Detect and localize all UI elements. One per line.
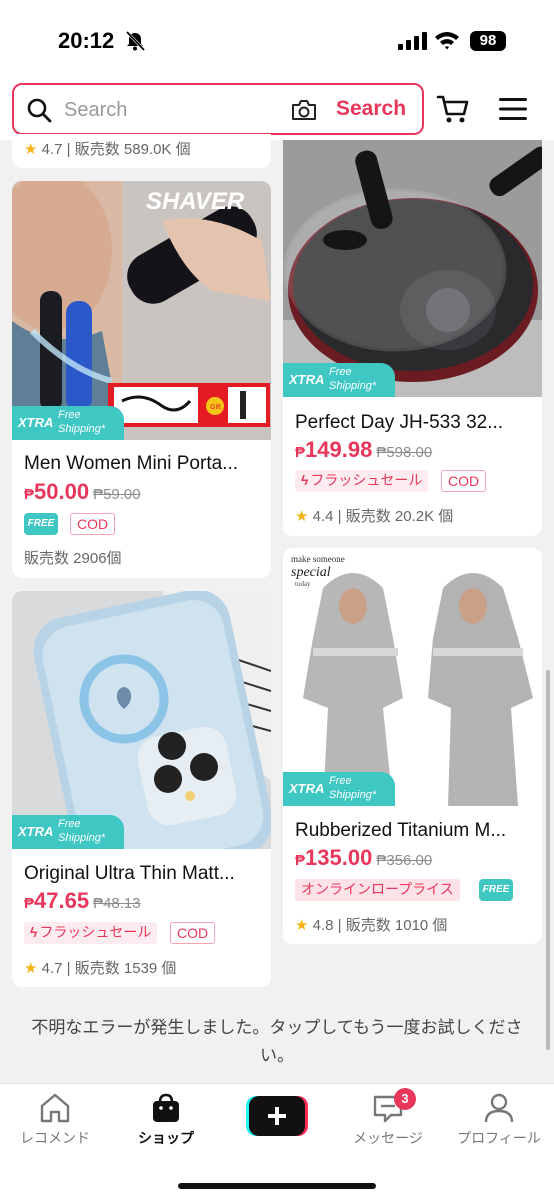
muted-bell-icon: [125, 30, 146, 52]
home-icon: [40, 1093, 70, 1123]
cod-tag: COD: [70, 513, 116, 535]
search-header: Search Search: [0, 82, 554, 140]
search-bar[interactable]: Search Search: [12, 83, 424, 135]
rating-sales: ★ 4.7 | 販売数 589.0K 個: [24, 141, 191, 158]
flash-sale-tag: ϟ フラッシュセール: [24, 922, 158, 944]
free-shipping-truck-icon: FREE: [479, 879, 513, 901]
flash-sale-tag: ϟ フラッシュセール: [295, 470, 429, 492]
scrollbar[interactable]: [546, 670, 550, 1050]
product-title: Original Ultra Thin Matt...: [24, 863, 235, 884]
gift-label: Gift: [210, 404, 221, 411]
image-text-line3: today: [295, 580, 311, 588]
camera-icon[interactable]: [290, 97, 318, 123]
cellular-signal-icon: [398, 32, 427, 50]
free-shipping-truck-icon: FREE: [24, 513, 58, 535]
nav-messages[interactable]: メッセージ: [333, 1092, 443, 1148]
nav-recommend[interactable]: レコメンド: [0, 1092, 110, 1148]
star-icon: ★: [24, 960, 38, 977]
nav-profile[interactable]: プロフィール: [444, 1092, 554, 1148]
menu-icon[interactable]: [498, 96, 528, 122]
product-image: Gift SHAVER: [12, 181, 271, 440]
original-price: ₱356.00: [376, 852, 433, 869]
product-title: Rubberized Titanium M...: [295, 820, 507, 841]
image-text-line1: make someone: [291, 554, 345, 564]
product-card[interactable]: XTRA Free Shipping* Original Ultra Thin M…: [12, 591, 271, 987]
product-card[interactable]: make someone special today XTRA Free Ship…: [283, 548, 542, 944]
sales-count: 販売数 2906個: [24, 550, 122, 567]
product-title: Men Women Mini Porta...: [24, 453, 239, 474]
wifi-icon: [435, 32, 459, 50]
load-error-message[interactable]: 不明なエラーが発生しました。タップしてもう一度お試しください。: [24, 1014, 530, 1070]
product-card[interactable]: Gift SHAVER XTRA Free Shipping* Men Women…: [12, 181, 271, 578]
product-image: [12, 591, 271, 849]
lightning-icon: ϟ: [301, 472, 309, 488]
status-bar: 20:12 98: [0, 0, 554, 82]
rating-sales: ★ 4.8 | 販売数 1010 個: [295, 917, 448, 934]
product-price: ₱135.00 ₱356.00: [295, 845, 433, 870]
online-low-price-tag: オンラインロープライス: [295, 879, 460, 901]
product-image: [283, 140, 542, 397]
original-price: ₱598.00: [376, 444, 433, 461]
nav-shop[interactable]: ショップ: [111, 1092, 221, 1148]
create-plus-button[interactable]: [246, 1096, 308, 1136]
battery-indicator: 98: [470, 31, 506, 51]
star-icon: ★: [295, 917, 309, 934]
home-indicator[interactable]: [178, 1183, 376, 1189]
xtra-free-shipping-badge: XTRA Free Shipping*: [283, 363, 395, 397]
product-card-partial[interactable]: ★ 4.7 | 販売数 589.0K 個: [12, 134, 271, 168]
product-price: ₱50.00 ₱59.00: [24, 479, 141, 504]
rating-sales: ★ 4.7 | 販売数 1539 個: [24, 960, 177, 977]
status-time: 20:12: [58, 28, 115, 53]
xtra-free-shipping-badge: XTRA Free Shipping*: [283, 772, 395, 806]
original-price: ₱48.13: [93, 895, 141, 912]
rating-sales: ★ 4.4 | 販売数 20.2K 個: [295, 508, 454, 525]
search-input[interactable]: Search: [64, 99, 127, 122]
product-price: ₱149.98 ₱598.00: [295, 437, 433, 462]
xtra-free-shipping-badge: XTRA Free Shipping*: [12, 406, 124, 440]
shopping-bag-icon: [153, 1093, 179, 1122]
product-price: ₱47.65 ₱48.13: [24, 888, 141, 913]
original-price: ₱59.00: [93, 486, 141, 503]
lightning-icon: ϟ: [30, 924, 38, 940]
profile-icon: [484, 1093, 514, 1123]
star-icon: ★: [24, 141, 38, 158]
cod-tag: COD: [441, 470, 487, 492]
cod-tag: COD: [170, 922, 216, 944]
search-button[interactable]: Search: [336, 97, 406, 121]
xtra-free-shipping-badge: XTRA Free Shipping*: [12, 815, 124, 849]
message-count-badge: 3: [394, 1088, 416, 1110]
search-icon: [27, 98, 52, 123]
product-title: Perfect Day JH-533 32...: [295, 412, 504, 433]
image-caption: SHAVER: [146, 188, 245, 215]
product-image: make someone special today: [283, 548, 542, 806]
product-card[interactable]: XTRA Free Shipping* Perfect Day JH-533 32…: [283, 140, 542, 536]
star-icon: ★: [295, 508, 309, 525]
image-text-line2: special: [291, 565, 331, 580]
cart-icon[interactable]: [436, 92, 470, 126]
